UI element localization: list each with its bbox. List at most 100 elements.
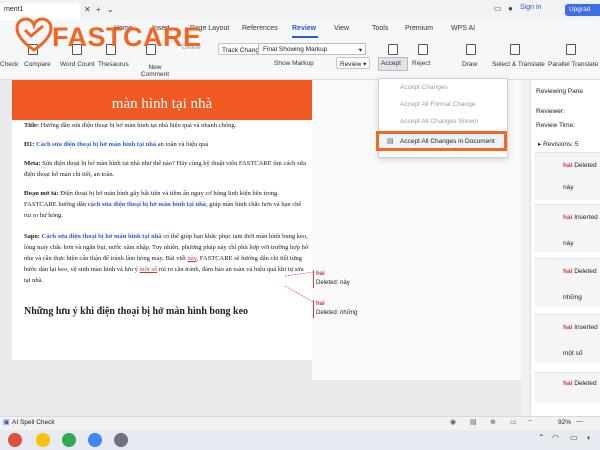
- battery-icon[interactable]: ▭: [570, 433, 578, 442]
- new-comment-button[interactable]: New Comment: [138, 64, 172, 78]
- menu-premium[interactable]: Premium: [405, 25, 433, 32]
- ribbon-toggle-icon[interactable]: ▭: [494, 4, 502, 13]
- ai-spell-check-button[interactable]: AI Spell Check: [12, 419, 55, 426]
- revision-card[interactable]: [534, 152, 600, 200]
- draw-button[interactable]: Draw: [462, 61, 477, 68]
- select-translate-icon: [510, 44, 520, 55]
- section-heading[interactable]: Những lưu ý khi điện thoại bị hở màn hìn…: [24, 306, 248, 317]
- document-tab-label: ment1: [4, 6, 24, 13]
- change-balloon[interactable]: hai Deleted: này: [313, 270, 373, 288]
- reject-icon: [418, 44, 428, 55]
- chevron-down-icon[interactable]: ⌄: [107, 5, 114, 14]
- accept-all-changes-in-document-item[interactable]: Accept All Changes in Document: [380, 134, 506, 150]
- revision-entry: hai Deleted: [563, 380, 597, 387]
- brave-browser-icon[interactable]: [8, 433, 22, 447]
- accept-all-format-change-item[interactable]: Accept All Format Change: [380, 97, 506, 113]
- reject-button[interactable]: Reject: [412, 60, 430, 67]
- revision-text: những: [563, 294, 582, 301]
- sapo-paragraph[interactable]: Sapo: Cách sửa điện thoại bị hở màn hình…: [24, 231, 309, 286]
- show-markup-button[interactable]: Show Markup: [274, 60, 314, 67]
- logo-mark-icon: [15, 17, 53, 52]
- sign-in-link[interactable]: Sign in: [520, 4, 541, 11]
- h1-label: H1:: [24, 141, 35, 148]
- meta-text: Sửa điện thoại bị hở màn hình tại nhà nh…: [24, 160, 306, 178]
- meta-label: Meta:: [24, 160, 41, 167]
- logo-text: FASTCARE: [52, 22, 202, 52]
- revision-text: này: [563, 184, 574, 191]
- reviewing-pane-title: Reviewing Pane: [536, 88, 583, 95]
- revision-text: này: [563, 240, 574, 247]
- reviewer-label: Reviewer:: [536, 108, 565, 115]
- menu-references[interactable]: References: [242, 25, 278, 32]
- document-icon: ▤: [387, 138, 394, 145]
- sapo-link[interactable]: Cách sửa điện thoại bị hở màn hình tại n…: [42, 233, 162, 240]
- select-translate-button[interactable]: Select & Translate: [492, 61, 545, 68]
- vertical-scrollbar[interactable]: [521, 80, 530, 416]
- balloon-text: Deleted: những: [316, 310, 358, 316]
- intro-link[interactable]: cách sửa điện thoại bị hở màn hình tại n…: [88, 201, 206, 208]
- speaker-icon[interactable]: ◖: [586, 433, 591, 442]
- change-balloon[interactable]: hai Deleted: những: [313, 300, 373, 318]
- revision-card[interactable]: [534, 372, 600, 402]
- accept-all-changes-shown-item[interactable]: Accept All Changes Shown: [380, 114, 506, 130]
- app-icon[interactable]: [114, 433, 128, 447]
- revision-entry: hai Inserted: [563, 214, 598, 221]
- word-count-button[interactable]: Word Count: [60, 61, 95, 68]
- h1-paragraph[interactable]: H1: Cách sửa điện thoại bị hở màn hình t…: [24, 139, 304, 150]
- accept-button[interactable]: Accept: [381, 60, 401, 67]
- review-button[interactable]: Review ▾: [336, 57, 371, 69]
- balloon-author: hai: [316, 271, 325, 277]
- revision-entry: hai Deleted: [563, 162, 597, 169]
- file-explorer-icon[interactable]: [36, 433, 50, 447]
- check-button[interactable]: Check: [0, 61, 18, 68]
- balloon-connectors: [285, 271, 314, 303]
- review-label: Review: [340, 61, 362, 68]
- compare-button[interactable]: Compare: [24, 61, 51, 68]
- chevron-up-icon[interactable]: ⌃: [538, 433, 545, 442]
- revision-entry: hai Deleted: [563, 268, 597, 275]
- review-time-label: Review Time:: [536, 122, 576, 129]
- upgrade-button[interactable]: Upgrad: [565, 4, 600, 16]
- title-label: Title:: [24, 122, 40, 129]
- markup-mode-select[interactable]: Final Showing Markup ▾: [258, 43, 366, 55]
- thesaurus-button[interactable]: Thesaurus: [98, 61, 129, 68]
- inserted-text[interactable]: một số: [140, 266, 158, 273]
- menu-review[interactable]: Review: [292, 25, 316, 32]
- draw-icon: [466, 44, 476, 55]
- sapo-label: Sapo:: [24, 233, 40, 240]
- menu-wps-ai[interactable]: WPS AI: [451, 25, 475, 32]
- intro-label: Đoạn mở tả:: [24, 190, 59, 197]
- banner-text: màn hình tại nhà: [111, 96, 213, 112]
- revisions-count[interactable]: ▸ Revisions: 5: [538, 140, 578, 148]
- web-view-icon[interactable]: ⊕: [490, 418, 496, 426]
- zoom-slider-icon[interactable]: —: [576, 418, 583, 425]
- close-tab-icon[interactable]: ✕: [84, 5, 91, 14]
- zoom-level[interactable]: 92%: [558, 419, 571, 426]
- avatar[interactable]: ●: [508, 4, 513, 13]
- menu-view[interactable]: View: [334, 25, 349, 32]
- wifi-icon[interactable]: ◠: [552, 433, 559, 442]
- parallel-translate-icon: [566, 44, 576, 55]
- accept-icon: [388, 44, 398, 55]
- menu-tools[interactable]: Tools: [372, 25, 388, 32]
- chevron-down-icon: ▾: [358, 47, 362, 54]
- accept-changes-item[interactable]: Accept Changes: [380, 80, 506, 96]
- intro-paragraph[interactable]: Đoạn mở tả: Điện thoại bị hở màn hình gâ…: [24, 188, 309, 221]
- revision-entry: hai Inserted: [563, 324, 598, 331]
- revision-text: một số: [563, 350, 583, 357]
- chrome-profile-icon[interactable]: [88, 433, 102, 447]
- new-tab-icon[interactable]: +: [96, 5, 101, 14]
- title-text: Hướng dẫn sửa điện thoại bị hở màn hình …: [40, 122, 237, 129]
- h1-rest: an toàn và hiệu quả: [156, 141, 209, 148]
- eye-icon[interactable]: ◉: [450, 418, 456, 426]
- meta-paragraph[interactable]: Meta: Sửa điện thoại bị hở màn hình tại …: [24, 158, 309, 180]
- h1-link[interactable]: Cách sửa điện thoại bị hở màn hình tại n…: [36, 141, 156, 148]
- markup-mode-value: Final Showing Markup: [263, 46, 328, 53]
- layout-icon[interactable]: ▭: [510, 418, 517, 426]
- chrome-icon[interactable]: [62, 433, 76, 447]
- title-paragraph[interactable]: Title: Hướng dẫn sửa điện thoại bị hở mà…: [24, 120, 304, 131]
- inserted-text[interactable]: này: [188, 255, 197, 262]
- zoom-out-icon[interactable]: −: [528, 418, 532, 425]
- parallel-translate-button[interactable]: Parallel Translate: [548, 61, 598, 68]
- page-view-icon[interactable]: ▤: [470, 418, 477, 426]
